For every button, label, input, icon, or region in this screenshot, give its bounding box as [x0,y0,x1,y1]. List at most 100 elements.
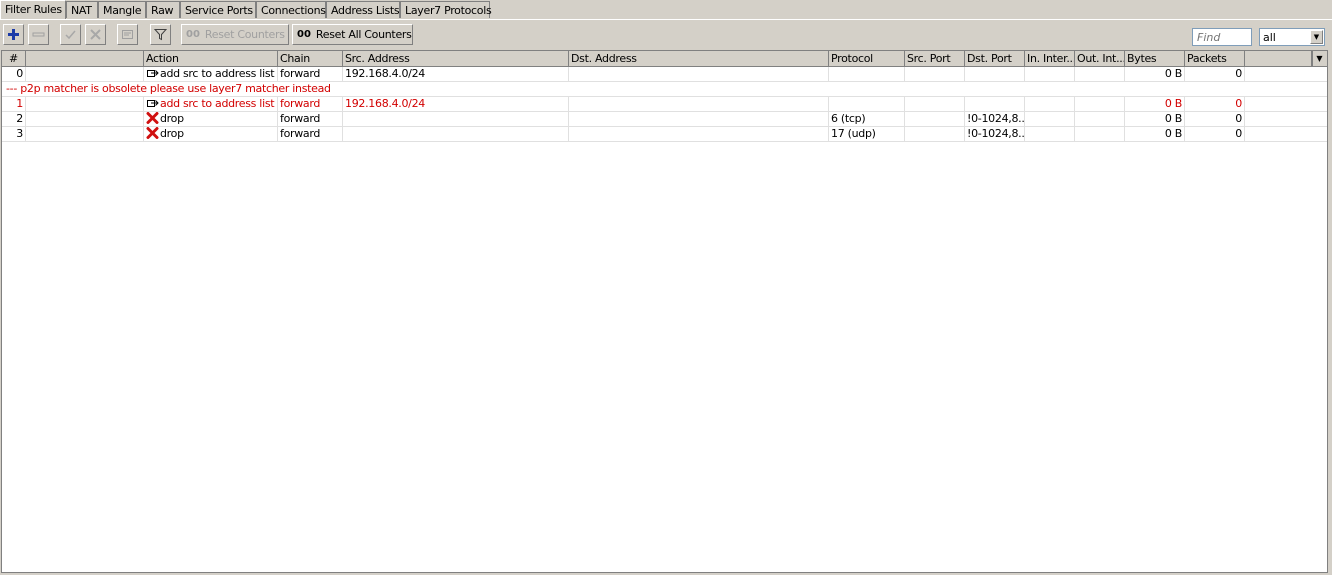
check-icon [65,30,76,40]
row-src-port [905,67,965,82]
tab-label: Address Lists [331,4,400,17]
table-row[interactable]: 2 drop forward 6 (tcp) !0-1024,8... 0 B … [2,112,1327,127]
row-src-address: 192.168.4.0/24 [343,67,569,82]
reset-counters-label: Reset Counters [204,28,285,41]
chevron-down-icon[interactable]: ▼ [1310,30,1323,44]
row-chain: forward [278,112,343,127]
col-in-interface[interactable]: In. Inter... [1025,51,1075,67]
comment-row[interactable]: --- p2p matcher is obsolete please use l… [2,82,1327,97]
row-dst-port [965,97,1025,112]
table-row[interactable]: 1 add src to address list forward 192.16… [2,97,1327,112]
tab-mangle[interactable]: Mangle [98,1,146,18]
tab-layer7-protocols[interactable]: Layer7 Protocols [400,1,492,18]
row-packets: 0 [1185,112,1245,127]
table-row[interactable]: 0 add src to address list forward 192.16… [2,67,1327,82]
table-header: # Action Chain Src. Address Dst. Address… [2,51,1327,67]
tab-address-lists[interactable]: Address Lists [326,1,400,18]
col-flags[interactable] [26,51,144,67]
add-to-list-icon [147,100,159,107]
row-flags [26,112,144,127]
row-protocol [829,97,905,112]
col-src-address[interactable]: Src. Address [343,51,569,67]
row-in-interface [1025,67,1075,82]
row-flags [26,97,144,112]
find-input[interactable] [1192,28,1252,46]
col-src-port[interactable]: Src. Port [905,51,965,67]
action-label: add src to address list [160,97,275,110]
filter-select[interactable]: all ▼ [1259,28,1325,46]
add-button[interactable] [3,24,24,45]
enable-button[interactable] [60,24,81,45]
column-menu-icon[interactable]: ▼ [1311,51,1327,67]
tab-filter-rules[interactable]: Filter Rules [0,0,66,19]
row-src-port [905,112,965,127]
row-out-interface [1075,127,1125,142]
row-protocol: 17 (udp) [829,127,905,142]
row-in-interface [1025,97,1075,112]
rules-table: # Action Chain Src. Address Dst. Address… [1,50,1328,573]
row-dst-address [569,127,829,142]
filter-select-value: all [1263,31,1276,44]
col-chain[interactable]: Chain [278,51,343,67]
col-filler [1245,51,1313,67]
tab-label: Filter Rules [5,3,62,16]
counter-icon: 00 [186,29,200,40]
row-bytes: 0 B [1125,97,1185,112]
row-in-interface [1025,112,1075,127]
row-bytes: 0 B [1125,127,1185,142]
action-label: drop [160,127,184,140]
row-chain: forward [278,67,343,82]
tab-bar: Filter Rules NAT Mangle Raw Service Port… [0,0,1332,20]
row-in-interface [1025,127,1075,142]
row-packets: 0 [1185,127,1245,142]
row-protocol: 6 (tcp) [829,112,905,127]
col-protocol[interactable]: Protocol [829,51,905,67]
row-dst-address [569,67,829,82]
col-dst-address[interactable]: Dst. Address [569,51,829,67]
row-out-interface [1075,112,1125,127]
filter-button[interactable] [150,24,171,45]
table-row[interactable]: 3 drop forward 17 (udp) !0-1024,8... 0 B… [2,127,1327,142]
row-packets: 0 [1185,67,1245,82]
tab-label: Raw [151,4,174,17]
row-number: 2 [2,112,26,127]
row-action: add src to address list [144,67,278,82]
tab-label: NAT [71,4,92,17]
col-bytes[interactable]: Bytes [1125,51,1185,67]
plus-icon [8,29,19,40]
row-action: drop [144,112,278,127]
tab-service-ports[interactable]: Service Ports [180,1,256,18]
col-number[interactable]: # [2,51,26,67]
toolbar: 00 Reset Counters 00 Reset All Counters … [0,20,1332,49]
row-number: 1 [2,97,26,112]
counter-icon: 00 [297,29,311,40]
col-packets[interactable]: Packets [1185,51,1245,67]
tab-connections[interactable]: Connections [256,1,326,18]
col-dst-port[interactable]: Dst. Port [965,51,1025,67]
row-packets: 0 [1185,97,1245,112]
row-src-address [343,112,569,127]
reset-all-counters-button[interactable]: 00 Reset All Counters [292,24,413,45]
row-flags [26,67,144,82]
row-dst-port: !0-1024,8... [967,112,1025,127]
col-out-interface[interactable]: Out. Int... [1075,51,1125,67]
col-action[interactable]: Action [144,51,278,67]
row-chain: forward [278,127,343,142]
note-icon [122,30,133,39]
reset-counters-button[interactable]: 00 Reset Counters [181,24,289,45]
reset-all-counters-label: Reset All Counters [315,28,412,41]
row-dst-address [569,97,829,112]
tab-nat[interactable]: NAT [66,1,98,18]
remove-button[interactable] [28,24,49,45]
add-to-list-icon [147,70,159,77]
row-bytes: 0 B [1125,67,1185,82]
row-out-interface [1075,67,1125,82]
row-action: add src to address list [144,97,278,112]
disable-button[interactable] [85,24,106,45]
row-dst-port [965,67,1025,82]
tab-raw[interactable]: Raw [146,1,180,18]
comment-button[interactable] [117,24,138,45]
minus-icon [32,32,45,37]
row-src-port [905,97,965,112]
row-src-address: 192.168.4.0/24 [343,97,569,112]
